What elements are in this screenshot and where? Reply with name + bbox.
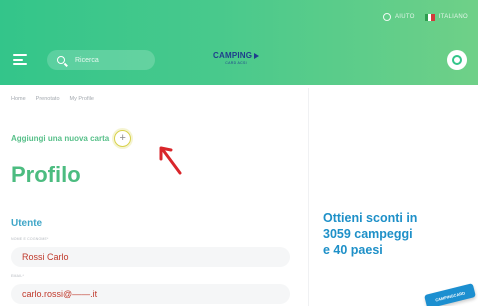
- promo-line: 3059 campeggi: [323, 227, 413, 241]
- add-card-button[interactable]: +: [114, 130, 132, 147]
- logo-arrow-icon: [254, 52, 260, 59]
- top-header: AIUTO ITALIANO Ricerca CAMPING CARD ACSI: [0, 0, 478, 85]
- plus-icon: +: [119, 132, 126, 144]
- email-value: carlo.rossi@——.it: [22, 289, 98, 299]
- help-label: AIUTO: [394, 14, 415, 20]
- language-label: ITALIANO: [438, 14, 468, 20]
- promo-line: Ottieni sconti in: [323, 211, 418, 225]
- fullname-label: NOME E COGNOME*: [11, 237, 49, 241]
- search-input[interactable]: Ricerca: [47, 50, 155, 70]
- fullname-field[interactable]: Rossi Carlo: [11, 247, 290, 267]
- fullname-value: Rossi Carlo: [22, 252, 69, 262]
- search-icon: [57, 56, 65, 64]
- section-title-user: Utente: [11, 218, 43, 229]
- email-label: EMAIL*: [11, 274, 25, 278]
- utility-bar: AIUTO ITALIANO: [382, 13, 468, 21]
- email-field[interactable]: carlo.rossi@——.it: [11, 284, 290, 304]
- camping-card-image: CAMPINGCARD: [424, 283, 476, 306]
- search-placeholder: Ricerca: [75, 56, 99, 64]
- add-card-label[interactable]: Aggiungi una nuova carta: [11, 134, 109, 143]
- logo-text: CAMPING: [213, 51, 253, 60]
- flag-icon: [424, 13, 435, 21]
- panel-divider: [308, 88, 309, 306]
- logo-subtext: CARD ACSI: [225, 61, 247, 65]
- promo-line: e 40 paesi: [323, 243, 383, 257]
- site-logo[interactable]: CAMPING CARD ACSI: [213, 51, 260, 65]
- promo-card-text: CAMPINGCARD: [434, 289, 466, 303]
- page-title: Profilo: [11, 162, 81, 187]
- add-card-row: Aggiungi una nuova carta +: [11, 130, 132, 147]
- help-link[interactable]: AIUTO: [382, 13, 415, 21]
- breadcrumb-home[interactable]: Home: [11, 96, 26, 102]
- user-account-button[interactable]: [447, 50, 467, 70]
- user-icon: [452, 55, 462, 65]
- arrow-annotation-icon: [159, 146, 182, 175]
- menu-icon[interactable]: [13, 54, 27, 65]
- breadcrumb: Home Prenotato My Profile: [11, 96, 94, 102]
- breadcrumb-profile[interactable]: My Profile: [70, 96, 94, 102]
- globe-icon: [382, 13, 391, 21]
- breadcrumb-booked[interactable]: Prenotato: [36, 96, 60, 102]
- promo-text: Ottieni sconti in 3059 campeggi e 40 pae…: [323, 210, 417, 258]
- language-selector[interactable]: ITALIANO: [424, 13, 468, 21]
